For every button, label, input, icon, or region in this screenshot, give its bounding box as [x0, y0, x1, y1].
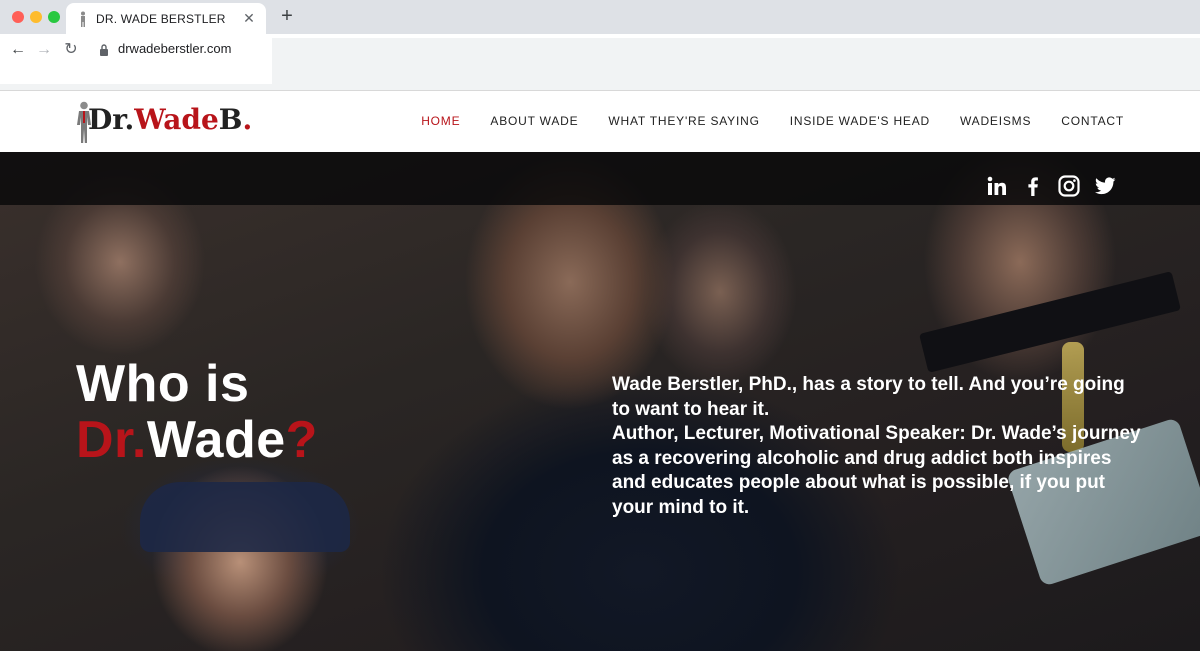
minimize-window-button[interactable] — [30, 11, 42, 23]
site-logo[interactable]: Dr.WadeB. — [74, 99, 274, 145]
nav-home[interactable]: HOME — [421, 114, 460, 128]
nav-what-theyre-saying[interactable]: WHAT THEY'RE SAYING — [608, 114, 759, 128]
nav-contact[interactable]: CONTACT — [1061, 114, 1124, 128]
person-favicon-icon — [81, 11, 85, 27]
hero-photo-cap — [919, 271, 1181, 373]
hero-title-question: ? — [285, 411, 318, 469]
hero-title: Who is Dr.Wade? — [76, 356, 318, 468]
lock-icon — [100, 44, 108, 56]
logo-wordmark: Dr.WadeB. — [88, 103, 252, 136]
hero-paragraph-1: Wade Berstler, PhD., has a story to tell… — [612, 374, 1125, 420]
linkedin-icon[interactable] — [985, 174, 1009, 198]
hero-intro: Wade Berstler, PhD., has a story to tell… — [612, 373, 1142, 520]
instagram-icon[interactable] — [1057, 174, 1081, 198]
nav-wadeisms[interactable]: WADEISMS — [960, 114, 1031, 128]
browser-tab[interactable]: DR. WADE BERSTLER ✕ — [66, 3, 266, 34]
hero-photo-cap-left — [140, 482, 350, 552]
hero-title-wade: Wade — [146, 411, 286, 469]
logo-b: B — [218, 103, 243, 136]
new-tab-button[interactable]: + — [277, 6, 297, 26]
reload-button[interactable]: ↻ — [61, 40, 81, 60]
hero-section: Who is Dr.Wade? Wade Berstler, PhD., has… — [0, 152, 1200, 651]
url-text[interactable]: drwadeberstler.com — [118, 41, 231, 56]
social-bar — [0, 152, 1200, 205]
logo-dot: . — [242, 103, 253, 136]
hero-paragraph-2: Author, Lecturer, Motivational Speaker: … — [612, 423, 1141, 518]
tab-close-icon[interactable]: ✕ — [240, 9, 258, 27]
browser-address-bar: ← → ↻ drwadeberstler.com — [0, 34, 1200, 84]
main-nav: HOME ABOUT WADE WHAT THEY'RE SAYING INSI… — [421, 114, 1124, 128]
browser-tab-bar: DR. WADE BERSTLER ✕ + — [0, 0, 1200, 34]
logo-dr: Dr. — [88, 103, 135, 136]
hero-title-line1: Who is — [76, 355, 250, 413]
facebook-icon[interactable] — [1021, 174, 1045, 198]
hero-title-dr: Dr. — [76, 411, 147, 469]
twitter-icon[interactable] — [1093, 174, 1117, 198]
forward-button[interactable]: → — [34, 40, 54, 60]
back-button[interactable]: ← — [8, 40, 28, 60]
social-links — [985, 174, 1117, 198]
site-header: Dr.WadeB. HOME ABOUT WADE WHAT THEY'RE S… — [0, 90, 1200, 153]
logo-wade: Wade — [134, 103, 219, 136]
tab-title: DR. WADE BERSTLER — [96, 12, 226, 26]
close-window-button[interactable] — [12, 11, 24, 23]
nav-about-wade[interactable]: ABOUT WADE — [490, 114, 578, 128]
maximize-window-button[interactable] — [48, 11, 60, 23]
nav-inside-wades-head[interactable]: INSIDE WADE'S HEAD — [790, 114, 930, 128]
